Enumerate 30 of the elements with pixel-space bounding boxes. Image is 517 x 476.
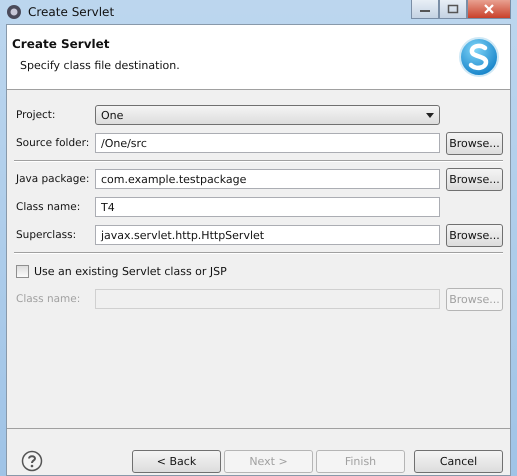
field-label: Class name: — [16, 201, 82, 213]
close-icon — [483, 4, 495, 14]
dropdown-arrow-icon — [426, 112, 434, 118]
browse-button[interactable]: Browse... — [446, 168, 503, 190]
servlet-logo-icon — [458, 36, 500, 78]
browse-button[interactable]: Browse... — [446, 132, 503, 154]
dialog-button[interactable]: < Back — [132, 450, 221, 473]
browse-button[interactable]: Browse... — [446, 224, 503, 246]
window-title: Create Servlet — [28, 5, 116, 19]
maximize-icon — [447, 4, 459, 14]
field-label: Project: — [16, 109, 56, 121]
close-button[interactable] — [467, 0, 511, 19]
field-label: Class name: — [16, 293, 82, 305]
checkbox-label: Use an existing Servlet class or JSP — [34, 264, 227, 278]
text-field[interactable]: T4 — [95, 197, 440, 217]
maximize-button[interactable] — [439, 0, 467, 19]
text-field[interactable]: com.example.testpackage — [95, 169, 440, 189]
checkbox[interactable] — [16, 264, 29, 278]
project-dropdown[interactable]: One — [95, 105, 440, 125]
field-label: Source folder: — [16, 137, 89, 149]
text-field[interactable]: javax.servlet.http.HttpServlet — [95, 225, 440, 245]
text-field[interactable]: /One/src — [95, 133, 440, 153]
field-label: Superclass: — [16, 229, 78, 241]
page-title: Create Servlet — [12, 37, 111, 51]
page-description: Specify class file destination. — [19, 59, 180, 72]
dialog-button[interactable]: Cancel — [414, 450, 503, 473]
help-icon[interactable] — [21, 450, 43, 472]
field-label: Java package: — [16, 173, 89, 185]
app-icon — [6, 4, 22, 20]
minimize-button[interactable] — [411, 0, 439, 19]
